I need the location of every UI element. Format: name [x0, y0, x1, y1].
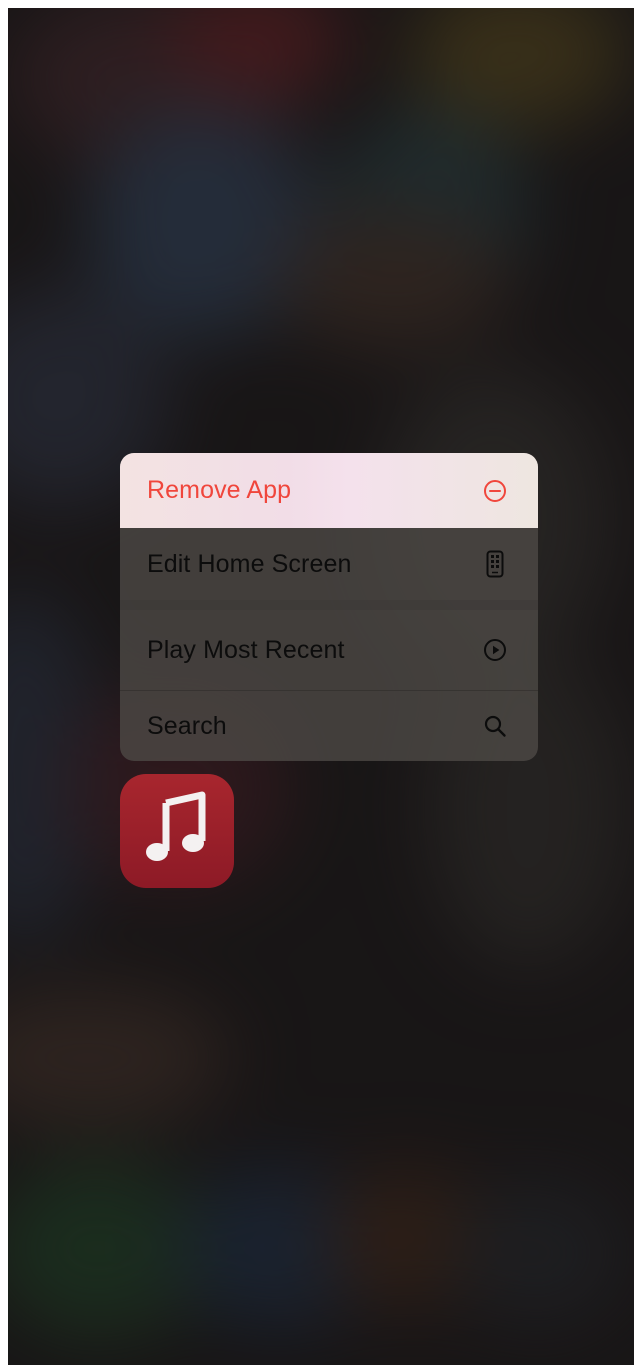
- context-menu: Remove App Edit Home Screen Play Most Re…: [120, 453, 538, 761]
- music-app-icon[interactable]: [120, 774, 234, 888]
- remove-app-item[interactable]: Remove App: [120, 453, 538, 528]
- phone-apps-icon: [482, 549, 508, 579]
- remove-app-label: Remove App: [147, 476, 292, 504]
- magnifying-glass-icon: [482, 711, 508, 741]
- edit-home-screen-label: Edit Home Screen: [147, 549, 352, 578]
- menu-section-separator: [120, 600, 538, 610]
- minus-circle-icon: [482, 476, 508, 506]
- play-most-recent-label: Play Most Recent: [147, 635, 345, 664]
- music-note-icon: [142, 791, 212, 872]
- search-label: Search: [147, 711, 227, 740]
- home-screen: Remove App Edit Home Screen Play Most Re…: [8, 8, 634, 1365]
- search-item[interactable]: Search: [120, 691, 538, 761]
- play-most-recent-item[interactable]: Play Most Recent: [120, 610, 538, 690]
- edit-home-screen-item[interactable]: Edit Home Screen: [120, 528, 538, 600]
- play-circle-icon: [482, 635, 508, 665]
